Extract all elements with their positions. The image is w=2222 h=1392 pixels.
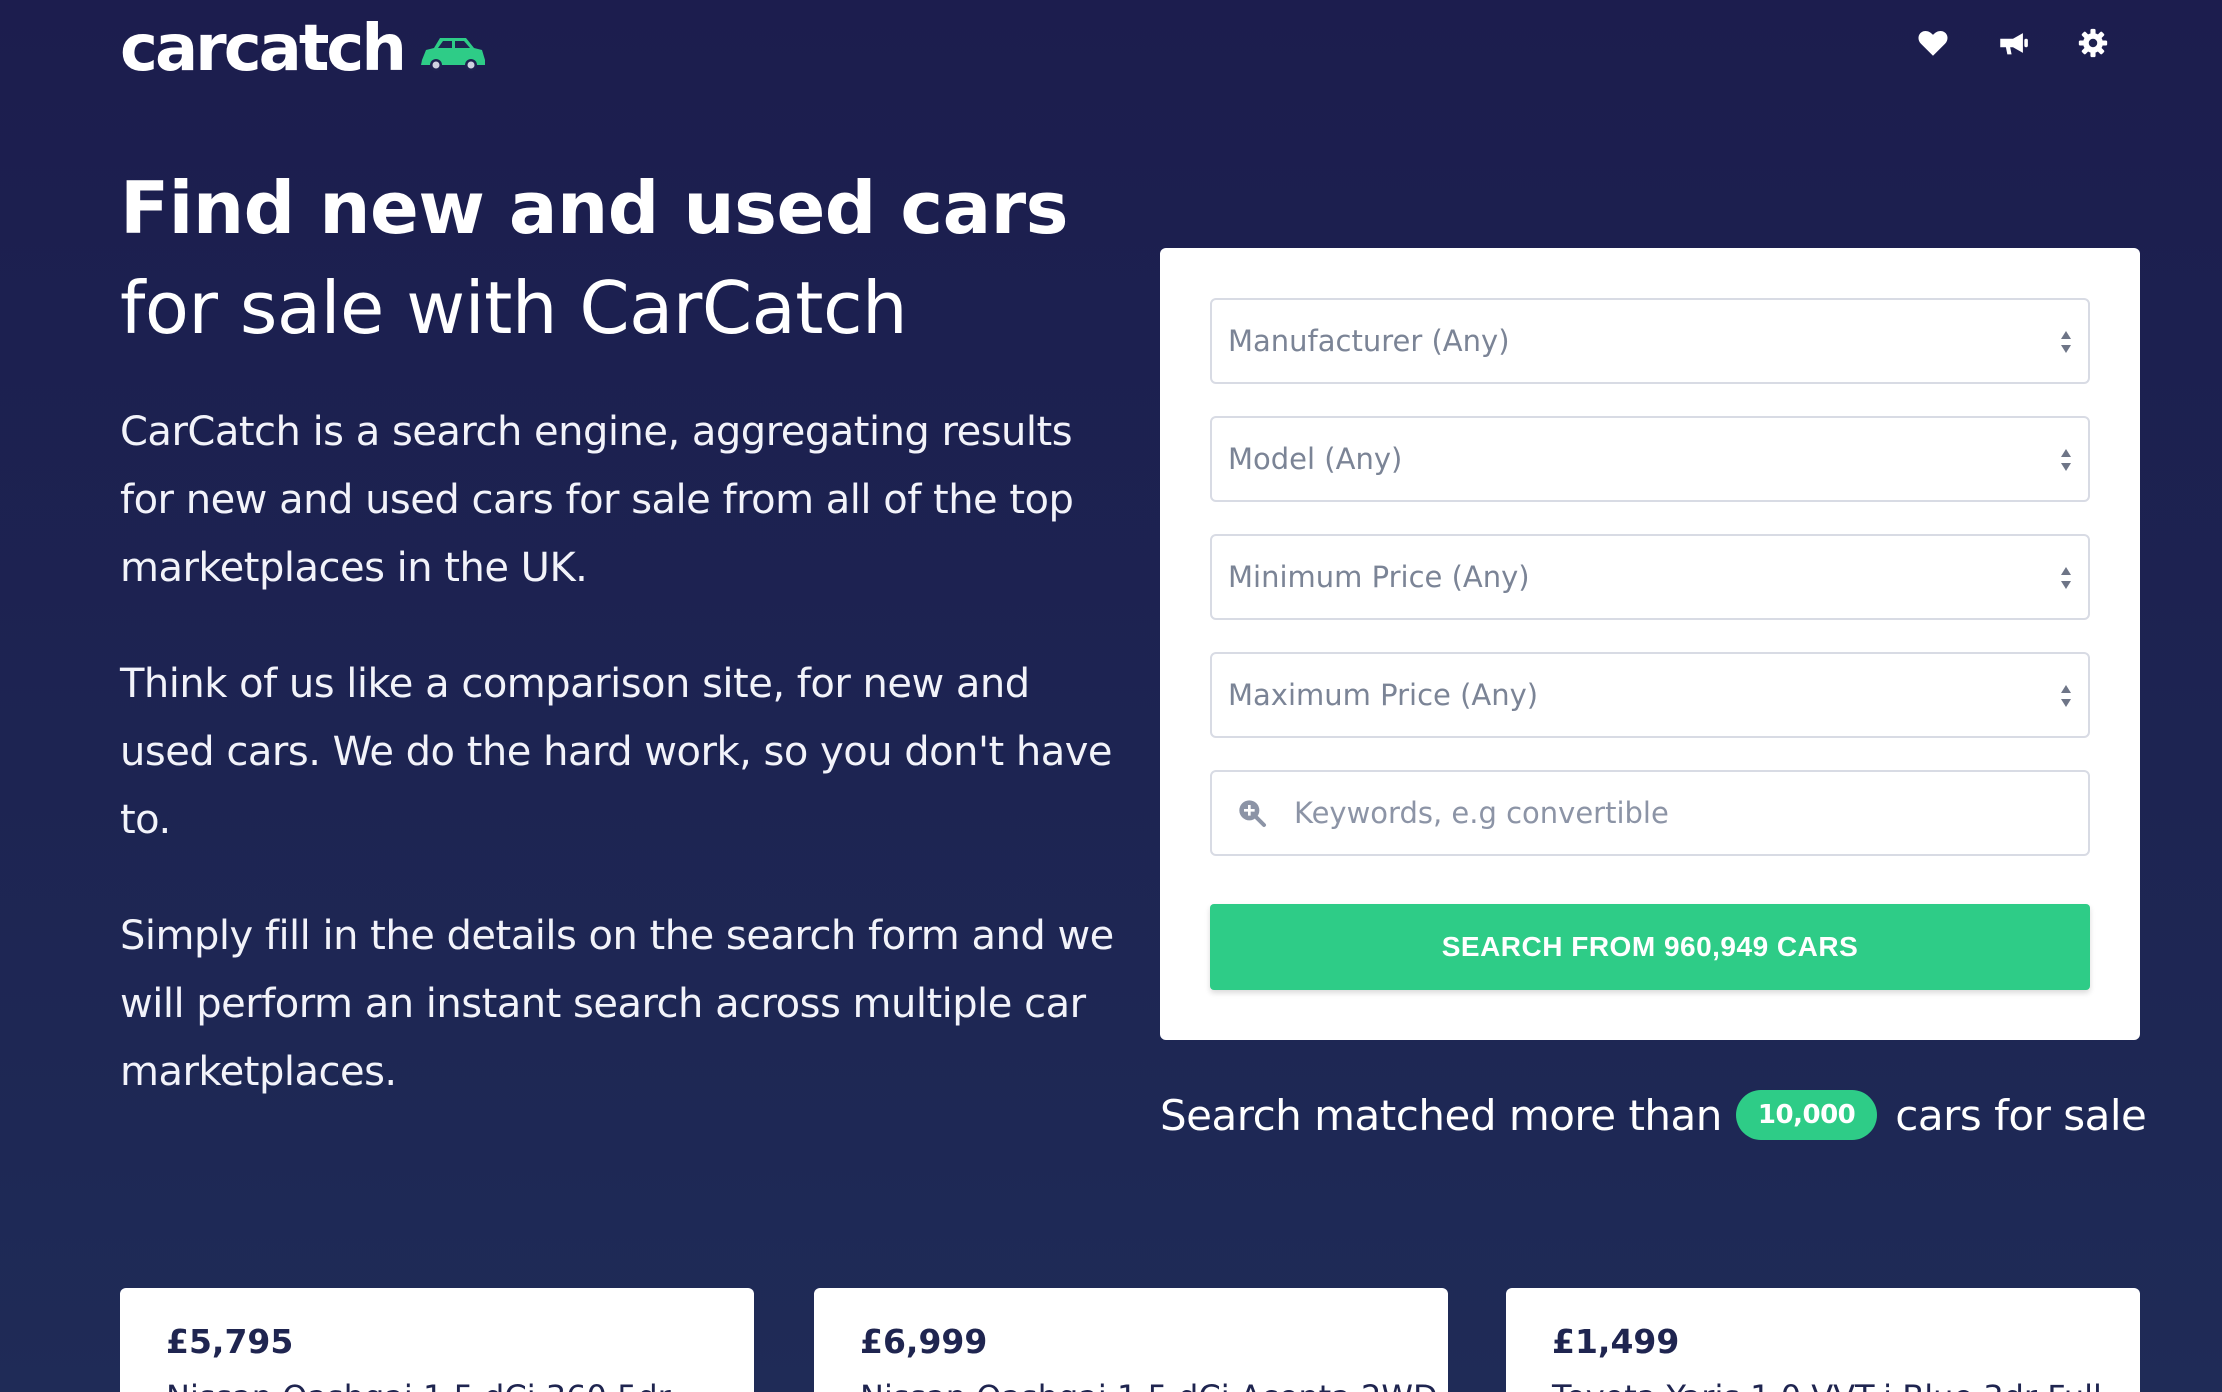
gear-icon[interactable] [2076,26,2110,60]
search-form-card: Manufacturer (Any) Model (Any) Minimum P… [1160,248,2140,1040]
heart-icon[interactable] [1916,26,1950,60]
keywords-placeholder: Keywords, e.g convertible [1294,796,1669,830]
result-title[interactable]: Nissan Qashqai 1.5 dCi 360 5dr [166,1378,671,1392]
hero-paragraph-3: Simply fill in the details on the search… [120,913,1114,1095]
header-icons [1916,26,2110,60]
carcatch-logo[interactable]: carcatch [120,14,488,84]
match-count-badge: 10,000 [1735,1090,1878,1140]
select-arrows-icon [2061,685,2071,707]
manufacturer-select-value: Manufacturer (Any) [1228,324,1510,358]
select-arrows-icon [2061,567,2071,589]
min-price-select-value: Minimum Price (Any) [1228,560,1530,594]
select-arrows-icon [2061,331,2071,353]
search-button[interactable]: SEARCH FROM 960,949 CARS [1210,904,2090,990]
match-prefix: Search matched more than [1160,1090,1722,1140]
select-arrows-icon [2061,449,2071,471]
result-card[interactable]: £6,999 Nissan Qashqai 1.5 dCi Acenta 2WD [814,1288,1448,1392]
model-select-value: Model (Any) [1228,442,1403,476]
hero-paragraph-2: Think of us like a comparison site, for … [120,661,1113,843]
result-title[interactable]: Nissan Qashqai 1.5 dCi Acenta 2WD [860,1378,1438,1392]
result-card[interactable]: £1,499 Toyota Yaris 1.0 VVT-i Blue 3dr F… [1506,1288,2140,1392]
match-suffix: cars for sale [1895,1090,2147,1140]
result-price: £1,499 [1552,1322,1680,1361]
result-price: £5,795 [166,1322,294,1361]
car-logo-icon [420,38,485,71]
result-price: £6,999 [860,1322,988,1361]
megaphone-icon[interactable] [1996,26,2030,60]
manufacturer-select[interactable]: Manufacturer (Any) [1210,298,2090,384]
max-price-select[interactable]: Maximum Price (Any) [1210,652,2090,738]
hero-subtitle: for sale with CarCatch [120,266,908,350]
hero-title: Find new and used cars [120,166,1069,250]
model-select[interactable]: Model (Any) [1210,416,2090,502]
min-price-select[interactable]: Minimum Price (Any) [1210,534,2090,620]
result-title[interactable]: Toyota Yaris 1.0 VVT-i Blue 3dr Full [1552,1378,2102,1392]
logo-text: carcatch [120,12,407,86]
search-plus-icon [1239,800,1266,827]
page: carcatch Find new and used cars for sale… [0,0,2222,1392]
hero-paragraph-1: CarCatch is a search engine, aggregating… [120,409,1074,591]
result-card[interactable]: £5,795 Nissan Qashqai 1.5 dCi 360 5dr [120,1288,754,1392]
keywords-input[interactable]: Keywords, e.g convertible [1210,770,2090,856]
max-price-select-value: Maximum Price (Any) [1228,678,1539,712]
hero-section: Find new and used cars for sale with Car… [120,158,1120,1106]
match-summary: Search matched more than 10,000 cars for… [1160,1090,2147,1140]
